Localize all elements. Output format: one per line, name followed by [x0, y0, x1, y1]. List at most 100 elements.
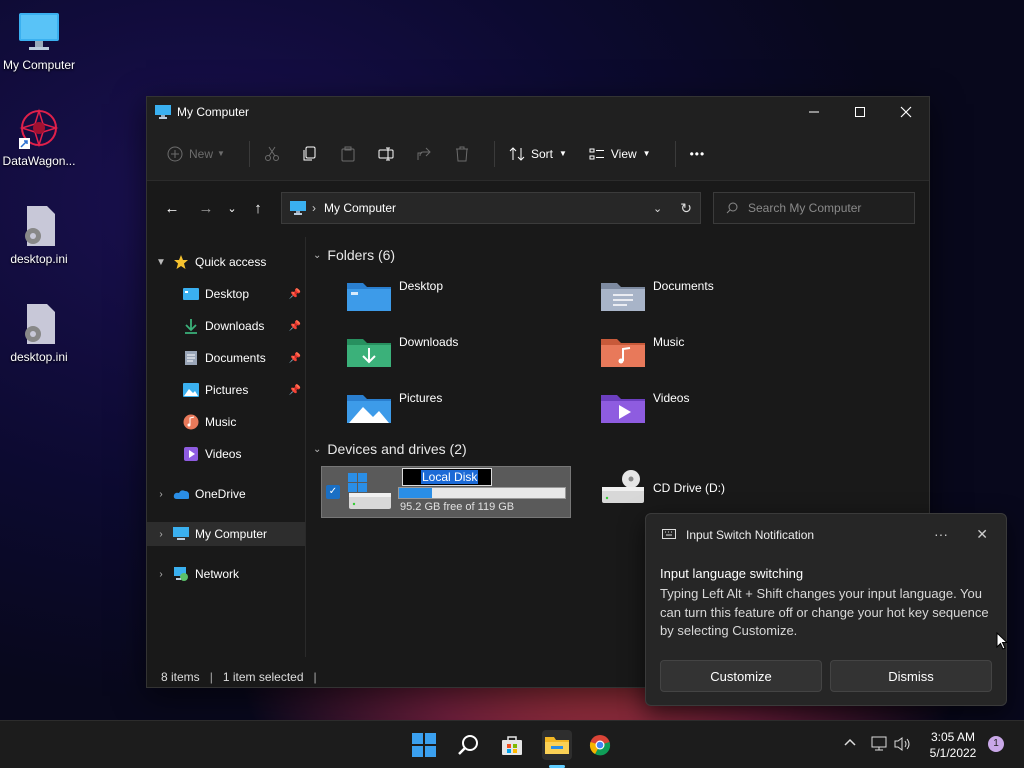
view-list-icon	[589, 148, 604, 159]
sidebar-item-onedrive[interactable]: › OneDrive	[147, 482, 305, 506]
sidebar-item-label: Pictures	[205, 383, 249, 397]
sidebar-item-music[interactable]: Music	[147, 410, 305, 434]
folder-music[interactable]: Music	[601, 333, 684, 369]
folder-name: Music	[653, 335, 685, 349]
sidebar-item-downloads[interactable]: Downloads 📌	[147, 314, 305, 338]
desktop-icon-label: My Computer	[2, 58, 76, 72]
recent-locations-button[interactable]: ⌄	[221, 193, 243, 223]
chevron-right-icon[interactable]: ›	[153, 489, 169, 500]
drive-name: CD Drive (D:)	[653, 481, 725, 495]
share-button[interactable]	[410, 138, 438, 170]
maximize-button[interactable]	[837, 97, 883, 127]
folder-desktop[interactable]: Desktop	[347, 277, 443, 313]
paste-button[interactable]	[334, 138, 362, 170]
desktop-icon-label: desktop.ini	[10, 350, 68, 364]
search-box[interactable]: Search My Computer	[713, 192, 915, 224]
file-explorer-button[interactable]	[542, 730, 572, 760]
search-input[interactable]: Search My Computer	[748, 201, 861, 215]
chrome-button[interactable]	[586, 731, 614, 759]
folder-downloads[interactable]: Downloads	[347, 333, 458, 369]
forward-button[interactable]: →	[191, 193, 221, 223]
store-button[interactable]	[498, 731, 526, 759]
plus-circle-icon	[167, 146, 183, 161]
arrow-up-icon: ↑	[254, 199, 262, 217]
folder-name: Pictures	[399, 391, 443, 405]
show-hidden-icons-button[interactable]	[844, 735, 856, 750]
notification-app-name: Input Switch Notification	[686, 528, 815, 542]
chevron-down-icon[interactable]: ▼	[153, 257, 169, 268]
title-bar[interactable]: My Computer	[147, 97, 929, 127]
keyboard-icon	[662, 529, 676, 539]
settings-file-icon	[25, 206, 55, 246]
notification-count-badge[interactable]: 1	[988, 736, 1004, 752]
view-button[interactable]: View ▼	[583, 138, 657, 170]
sidebar-item-label: Desktop	[205, 287, 250, 301]
delete-button[interactable]	[448, 138, 476, 170]
desktop-icon-datawagon[interactable]: DataWagon...	[0, 106, 78, 168]
up-button[interactable]: ↑	[243, 193, 273, 223]
drive-local-disk[interactable]: ✓ Local Disk 95.2 GB free of 119 GB	[321, 466, 571, 518]
drive-cd[interactable]: CD Drive (D:)	[601, 469, 725, 505]
back-button[interactable]: ←	[157, 193, 187, 223]
store-bag-icon	[502, 736, 522, 755]
sidebar-item-videos[interactable]: Videos	[147, 442, 305, 466]
copy-button[interactable]	[296, 138, 324, 170]
folders-group-header[interactable]: ⌄ Folders (6)	[313, 247, 395, 263]
clock[interactable]: 3:05 AM 5/1/2022	[920, 729, 986, 761]
notification-body: Typing Left Alt + Shift changes your inp…	[660, 586, 989, 638]
selection-checkbox[interactable]: ✓	[326, 485, 340, 499]
close-button[interactable]	[883, 97, 929, 127]
navigation-pane: ▼ Quick access Desktop 📌 Downloads 📌 Doc…	[147, 237, 305, 657]
customize-button[interactable]: Customize	[660, 660, 822, 692]
address-bar[interactable]: › My Computer ⌄ ↻	[281, 192, 701, 224]
minimize-button[interactable]	[791, 97, 837, 127]
network-tray-button[interactable]	[870, 736, 888, 755]
sidebar-item-pictures[interactable]: Pictures 📌	[147, 378, 305, 402]
rename-textbox[interactable]: Local Disk	[402, 468, 492, 486]
folder-documents[interactable]: Documents	[601, 277, 714, 313]
more-options-button[interactable]: •••	[684, 138, 712, 170]
pin-icon: 📌	[288, 288, 301, 300]
sidebar-item-desktop[interactable]: Desktop 📌	[147, 282, 305, 306]
sidebar-item-my-computer[interactable]: › My Computer	[147, 522, 305, 546]
sidebar-item-documents[interactable]: Documents 📌	[147, 346, 305, 370]
refresh-button[interactable]: ↻	[680, 200, 692, 217]
search-button[interactable]	[454, 731, 482, 759]
document-icon	[183, 350, 199, 366]
chevron-down-icon: ▼	[642, 149, 651, 158]
arrow-left-icon: ←	[164, 199, 180, 217]
sidebar-item-network[interactable]: › Network	[147, 562, 305, 586]
toolbar-divider	[674, 140, 676, 167]
navigation-bar: ← → ⌄ ↑ › My Computer ⌄ ↻ Search My Comp…	[147, 181, 929, 235]
breadcrumb-my-computer[interactable]: My Computer	[324, 201, 396, 215]
folder-videos[interactable]: Videos	[601, 389, 689, 425]
pictures-folder-icon	[347, 395, 391, 423]
network-icon	[173, 566, 189, 582]
address-dropdown-button[interactable]: ⌄	[653, 202, 662, 215]
pin-icon: 📌	[288, 352, 301, 364]
disk-usage-fill	[399, 488, 433, 498]
folder-pictures[interactable]: Pictures	[347, 389, 442, 425]
clipboard-icon	[341, 146, 355, 161]
music-folder-icon	[601, 339, 645, 367]
cut-button[interactable]	[258, 138, 286, 170]
notification-more-button[interactable]: ···	[934, 526, 948, 542]
chevron-right-icon[interactable]: ›	[153, 569, 169, 580]
datawagon-logo-icon	[19, 108, 59, 149]
chevron-right-icon[interactable]: ›	[153, 529, 169, 540]
drives-group-header[interactable]: ⌄ Devices and drives (2)	[313, 441, 467, 457]
desktop-icon-desktop-ini-2[interactable]: desktop.ini	[0, 302, 78, 364]
dismiss-button[interactable]: Dismiss	[830, 660, 992, 692]
start-button[interactable]	[410, 731, 438, 759]
network-wired-icon	[871, 736, 887, 751]
sort-button[interactable]: Sort ▼	[503, 138, 573, 170]
desktop-icon-desktop-ini-1[interactable]: desktop.ini	[0, 204, 78, 266]
pane-divider[interactable]	[305, 237, 306, 657]
rename-button[interactable]	[372, 138, 400, 170]
volume-tray-button[interactable]	[894, 736, 912, 755]
sidebar-item-quick-access[interactable]: ▼ Quick access	[147, 250, 305, 274]
mouse-cursor-icon	[996, 632, 1008, 650]
notification-close-button[interactable]: ✕	[976, 526, 988, 543]
new-button[interactable]: New ▼	[161, 138, 231, 170]
desktop-icon-my-computer[interactable]: My Computer	[0, 10, 78, 72]
